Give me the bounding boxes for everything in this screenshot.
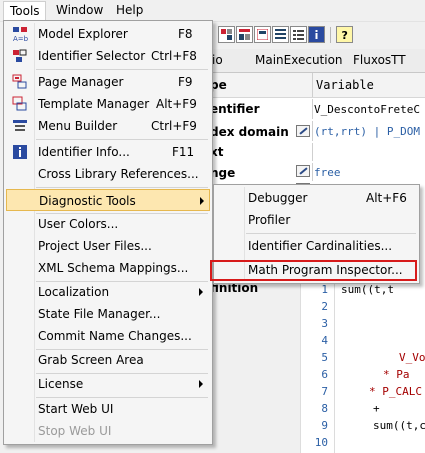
code-line: sum((t,c [373,419,425,432]
template-icon [257,29,268,40]
annotation-highlight-box [210,260,417,281]
edit-wizard-icon[interactable] [296,125,310,137]
line-number: 7 [321,385,328,398]
line-number-gutter: 1 2 3 4 5 6 7 8 9 10 [301,283,335,453]
template-manager-icon [12,96,27,111]
submenu-arrow-icon [200,197,204,205]
menu-item-project-user-files[interactable]: Project User Files... [6,235,210,257]
attr-index-domain-label: dex domain [210,125,289,139]
question-mark-icon: ? [342,29,348,40]
model-explorer-icon: A=b [13,27,28,42]
toolbar-menu-button[interactable] [272,26,289,43]
layout-icon [239,29,250,40]
menu-tools[interactable]: Tools [3,1,46,20]
menu-item-identifier-cardinalities[interactable]: Identifier Cardinalities... [216,235,417,257]
menu-separator [246,233,416,234]
info-icon [315,30,318,39]
page-manager-icon [12,74,27,89]
toolbar-help-button[interactable]: ? [336,26,353,43]
menu-item-identifier-info[interactable]: Identifier Info... F11 [6,141,210,163]
menu-separator [36,187,208,188]
toolbar-separator [330,27,331,43]
tab-io[interactable]: io [212,49,223,72]
attr-index-domain-value[interactable]: (rt,rrt) | P_DOM [314,125,420,138]
menu-item-debugger[interactable]: Debugger Alt+F6 [216,187,417,209]
line-number: 4 [321,334,328,347]
menu-item-state-file-manager[interactable]: State File Manager... [6,303,210,325]
tab-fluxos-tt[interactable]: FluxosTT [353,49,406,72]
line-number: 2 [321,300,328,313]
attribute-header: pe Variable [210,73,425,98]
edit-wizard-icon[interactable] [296,165,310,177]
attr-identifier-label: entifier [210,102,260,116]
document-tabs: io MainExecution FluxosTT [210,49,425,73]
header-type-value: Variable [316,78,374,92]
line-number: 5 [321,351,328,364]
code-line: * Pa [383,368,410,381]
info-icon [13,145,27,159]
line-number: 8 [321,402,328,415]
attr-range-label: nge [210,166,236,180]
menu-item-grab-screen-area[interactable]: Grab Screen Area [6,349,210,371]
toolbar-layout-button[interactable] [236,26,253,43]
toolbar-grid-button[interactable] [218,26,235,43]
line-number: 9 [321,419,328,432]
menu-list-icon [275,29,286,39]
code-line: + [373,402,380,415]
menu-item-model-explorer[interactable]: A=b Model Explorer F8 [6,23,210,45]
code-line: V_Vo [399,351,425,364]
menu-builder-icon [13,120,27,131]
column-divider [312,73,313,97]
toolbar: ? [210,22,425,48]
toolbar-info-button[interactable] [308,26,325,43]
menu-item-identifier-selector[interactable]: Identifier Selector Ctrl+F8 [6,45,210,67]
menu-item-page-manager[interactable]: Page Manager F9 [6,71,210,93]
menu-item-stop-web-ui: Stop Web UI [38,424,112,438]
grid-icon [221,29,232,40]
definition-editor[interactable]: 1 2 3 4 5 6 7 8 9 10 sum((t,t V_Vo * Pa … [300,283,425,453]
menu-item-xml-schema-mappings[interactable]: XML Schema Mappings... [6,257,210,279]
submenu-arrow-icon [199,288,203,296]
tab-main-execution[interactable]: MainExecution [255,49,343,72]
line-number: 6 [321,368,328,381]
menu-window[interactable]: Window [50,1,109,20]
list-icon [293,30,304,40]
toolbar-template-button[interactable] [254,26,271,43]
line-number: 3 [321,317,328,330]
toolbar-list-button[interactable] [290,26,307,43]
code-line: * P_CALC [369,385,422,398]
menu-item-cross-library-references[interactable]: Cross Library References... [6,163,210,185]
attr-identifier-value[interactable]: V_DescontoFreteC [314,103,420,116]
attr-text-cell[interactable] [312,143,425,161]
menu-item-commit-name-changes[interactable]: Commit Name Changes... [6,325,210,347]
menu-bar: Tools Window Help [0,0,425,22]
menu-item-user-colors[interactable]: User Colors... [6,213,210,235]
menu-separator [36,69,208,70]
menu-item-license[interactable]: License [6,373,210,395]
menu-item-start-web-ui[interactable]: Start Web UI [6,398,210,420]
attr-range-value[interactable]: free [314,166,341,179]
line-number: 10 [314,436,328,449]
svg-text:A=b: A=b [13,35,28,42]
menu-item-template-manager[interactable]: Template Manager Alt+F9 [6,93,210,115]
menu-item-menu-builder[interactable]: Menu Builder Ctrl+F9 [6,115,210,137]
menu-item-diagnostic-tools[interactable]: Diagnostic Tools [6,189,210,211]
line-number: 1 [321,283,328,296]
menu-item-profiler[interactable]: Profiler [216,209,417,231]
menu-help[interactable]: Help [110,1,149,20]
menu-separator [36,139,208,140]
svg-text:?: ? [342,29,348,40]
identifier-selector-icon [13,49,27,62]
tools-menu: A=b Model Explorer F8 Identifier Selecto… [3,20,213,445]
menu-item-localization[interactable]: Localization [6,281,210,303]
code-line: sum((t,t [341,283,394,296]
submenu-arrow-icon [199,380,203,388]
